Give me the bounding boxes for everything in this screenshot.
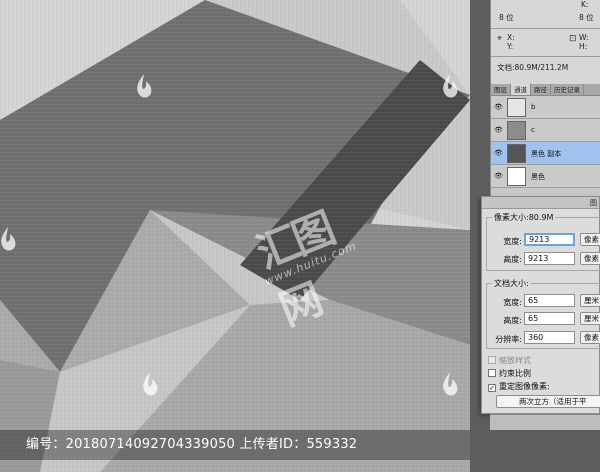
channel-list: 👁 b 👁 c 👁 黑色 副本 👁 黑色 — [491, 96, 600, 188]
channel-thumbnail — [507, 121, 526, 140]
id-value: 20180714092704339050 — [65, 437, 236, 452]
caption-bar: 编号：20180714092704339050 上传者ID：559332 — [0, 430, 470, 460]
eye-icon[interactable]: 👁 — [494, 172, 504, 180]
watermark-flame-icon — [443, 74, 458, 98]
channel-name: 黑色 副本 — [531, 150, 562, 158]
uploader-value: 559332 — [306, 437, 358, 452]
doc-width-label: 宽度: — [503, 298, 522, 307]
tab-3[interactable]: 历史记录 — [551, 84, 584, 95]
info-panel: K: 8 位 8 位 ⌖ X: Y: ⊡ W: H: 文档:80.9M/211.… — [490, 0, 600, 84]
eye-icon[interactable]: 👁 — [494, 103, 504, 111]
width-label: 宽度: — [503, 237, 522, 246]
bit-depth-left: 8 位 — [499, 13, 514, 22]
scale-styles-checkbox[interactable]: 缩放样式 — [488, 355, 531, 366]
watermark-flame-icon — [143, 372, 158, 396]
pixel-height-unit-select[interactable]: 像素 — [580, 252, 600, 265]
doc-width-unit-select[interactable]: 厘米 — [580, 294, 600, 307]
resample-method-select[interactable]: 两次立方（适用于平 — [496, 395, 600, 408]
channel-name: c — [531, 126, 535, 134]
height-label: 高度: — [503, 255, 522, 264]
watermark-flame-icon — [443, 372, 458, 396]
channel-thumbnail — [507, 167, 526, 186]
panel-bottom-bar — [490, 414, 600, 430]
doc-height-unit-select[interactable]: 厘米 — [580, 312, 600, 325]
resolution-input[interactable]: 360 — [524, 331, 575, 344]
pixel-width-input[interactable]: 9213 — [524, 233, 575, 246]
k-label: K: — [581, 0, 589, 9]
pixel-height-input[interactable]: 9213 — [524, 252, 575, 265]
checkbox-box — [488, 356, 496, 364]
y-label: Y: — [507, 42, 514, 51]
info-divider — [491, 28, 600, 29]
channel-thumbnail — [507, 98, 526, 117]
channel-row[interactable]: 👁 c — [491, 119, 600, 142]
resolution-label: 分辨率: — [495, 335, 522, 344]
watermark-flame-icon — [1, 227, 16, 251]
crosshair-icon: ⌖ — [497, 34, 503, 44]
image-size-dialog: 图 像素大小:80.9M 宽度: 9213 像素 高度: 9213 像素 文档大… — [481, 196, 600, 414]
tab-0[interactable]: 图层 — [491, 84, 511, 95]
channel-row[interactable]: 👁 b — [491, 96, 600, 119]
h-label: H: — [579, 42, 588, 51]
channel-row[interactable]: 👁 黑色 — [491, 165, 600, 188]
image-canvas[interactable]: 汇图网 www.huitu.com 编号：2018071409270433905… — [0, 0, 470, 472]
eye-icon[interactable]: 👁 — [494, 149, 504, 157]
panel-tabs: 图层 通道 路径 历史记录 — [491, 84, 600, 96]
info-divider — [491, 56, 600, 57]
constrain-proportions-checkbox[interactable]: 约束比例 — [488, 368, 531, 379]
channel-row[interactable]: 👁 黑色 副本 — [491, 142, 600, 165]
watermark-flame-icon — [137, 74, 152, 98]
document-size-readout: 文档:80.9M/211.2M — [497, 63, 569, 72]
doc-height-input[interactable]: 65 — [524, 312, 575, 325]
checkbox-box — [488, 369, 496, 377]
pixel-dimensions-label: 像素大小:80.9M — [492, 212, 556, 223]
resolution-unit-select[interactable]: 像素 — [580, 331, 600, 344]
w-label: W: — [579, 33, 589, 42]
channel-name: 黑色 — [531, 173, 545, 181]
eye-icon[interactable]: 👁 — [494, 126, 504, 134]
channel-thumbnail — [507, 144, 526, 163]
selection-size-icon: ⊡ — [569, 34, 577, 44]
tab-2[interactable]: 路径 — [531, 84, 551, 95]
doc-height-label: 高度: — [503, 316, 522, 325]
tab-1[interactable]: 通道 — [511, 84, 531, 95]
id-label: 编号 — [26, 437, 53, 452]
dialog-title: 图 — [482, 197, 599, 209]
pixel-width-unit-select[interactable]: 像素 — [580, 233, 600, 246]
channel-name: b — [531, 103, 536, 111]
resample-image-checkbox[interactable]: ✓ 重定图像像素: — [488, 381, 550, 392]
checkmark-icon: ✓ — [488, 384, 496, 392]
bit-depth-right: 8 位 — [579, 13, 594, 22]
document-size-label: 文档大小: — [492, 278, 531, 289]
doc-width-input[interactable]: 65 — [524, 294, 575, 307]
uploader-label: 上传者ID — [239, 437, 294, 452]
channels-panel: 图层 通道 路径 历史记录 👁 b 👁 c 👁 黑色 副本 👁 黑色 — [490, 84, 600, 196]
x-label: X: — [507, 33, 515, 42]
